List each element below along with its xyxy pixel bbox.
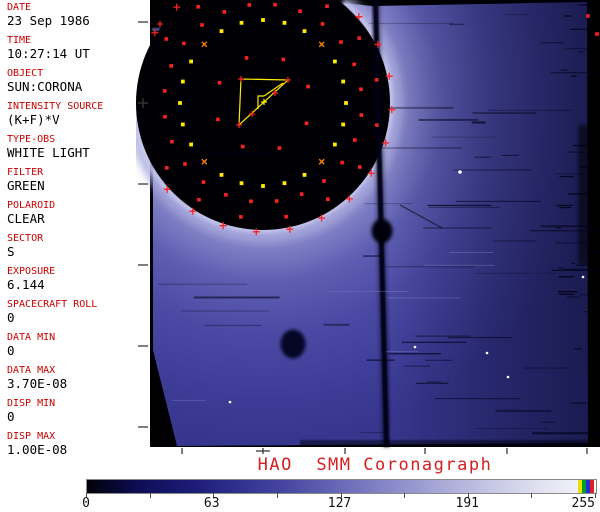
colorbar-tick <box>404 493 406 498</box>
metadata-field: SECTOR S <box>7 233 149 259</box>
metadata-label: TIME <box>7 35 32 46</box>
metadata-value: 23 Sep 1986 <box>7 13 90 28</box>
star-speck <box>413 345 417 349</box>
colorbar-tick <box>595 493 596 498</box>
colorbar-label: 63 <box>203 496 220 511</box>
metadata-label: POLAROID <box>7 200 56 211</box>
colorbar <box>86 479 597 494</box>
star-speck <box>228 400 232 404</box>
metadata-field: DATA MAX 3.70E-08 <box>7 365 149 391</box>
metadata-value: (K+F)*V <box>7 112 60 127</box>
metadata-value: 0 <box>7 343 15 358</box>
colorbar-gradient <box>87 480 596 493</box>
coronagraph-image <box>136 0 600 456</box>
colorbar-label: 127 <box>327 496 352 511</box>
colorbar-tick <box>149 493 151 498</box>
right-edge <box>588 0 600 447</box>
metadata-field: DATA MIN 0 <box>7 332 149 358</box>
metadata-label: SPACECRAFT ROLL <box>7 299 98 310</box>
smm-coronagraph-viewer: DATE 23 Sep 1986 TIME 10:27:14 UT OBJECT SUN:… <box>0 0 600 512</box>
metadata-value: 10:27:14 UT <box>7 46 90 61</box>
image-title: HAO SMM Coronagraph <box>257 455 493 475</box>
star-speck <box>485 351 489 355</box>
metadata-label: DISP MIN <box>7 398 56 409</box>
metadata-field: FILTER GREEN <box>7 167 149 193</box>
colorbar-tick <box>276 493 278 498</box>
metadata-value: WHITE LIGHT <box>7 145 90 160</box>
dark-blob <box>280 329 306 359</box>
metadata-label: DISP MAX <box>7 431 56 442</box>
colorbar-tick <box>531 493 533 498</box>
metadata-field: INTENSITY SOURCE (K+F)*V <box>7 101 149 127</box>
metadata-label: OBJECT <box>7 68 44 79</box>
metadata-value: 6.144 <box>7 277 45 292</box>
metadata-label: FILTER <box>7 167 44 178</box>
metadata-value: 0 <box>7 409 15 424</box>
metadata-field: DISP MIN 0 <box>7 398 149 424</box>
metadata-label: INTENSITY SOURCE <box>7 101 104 112</box>
star-speck <box>458 170 462 174</box>
metadata-value: SUN:CORONA <box>7 79 83 94</box>
colorbar-label: 191 <box>455 496 479 511</box>
metadata-label: TYPE-OBS <box>7 134 56 145</box>
metadata-field: POLAROID CLEAR <box>7 200 149 226</box>
metadata-value: GREEN <box>7 178 45 193</box>
colorbar-label: 255 <box>571 496 595 511</box>
metadata-field: OBJECT SUN:CORONA <box>7 68 149 94</box>
metadata-label: SECTOR <box>7 233 44 244</box>
star-speck <box>581 275 585 279</box>
colorbar-stripe <box>590 480 594 493</box>
colorbar-label: 0 <box>82 496 90 511</box>
metadata-value: CLEAR <box>7 211 45 226</box>
metadata-value: S <box>7 244 15 259</box>
metadata-value: 0 <box>7 310 15 325</box>
star-speck <box>506 375 510 379</box>
metadata-label: DATA MAX <box>7 365 56 376</box>
metadata-field: TYPE-OBS WHITE LIGHT <box>7 134 149 160</box>
metadata-label: DATE <box>7 2 32 13</box>
metadata-field: TIME 10:27:14 UT <box>7 35 149 61</box>
metadata-field: EXPOSURE 6.144 <box>7 266 149 292</box>
metadata-label: EXPOSURE <box>7 266 56 277</box>
bottom-edge-band <box>300 440 588 446</box>
metadata-value: 1.00E-08 <box>7 442 68 457</box>
metadata-field: SPACECRAFT ROLL 0 <box>7 299 149 325</box>
metadata-field: DISP MAX 1.00E-08 <box>7 431 149 457</box>
metadata-field: DATE 23 Sep 1986 <box>7 2 149 28</box>
metadata-label: DATA MIN <box>7 332 56 343</box>
pylon-blob <box>371 219 393 243</box>
metadata-panel: DATE 23 Sep 1986 TIME 10:27:14 UT OBJECT SUN:… <box>0 0 150 457</box>
metadata-value: 3.70E-08 <box>7 376 68 391</box>
